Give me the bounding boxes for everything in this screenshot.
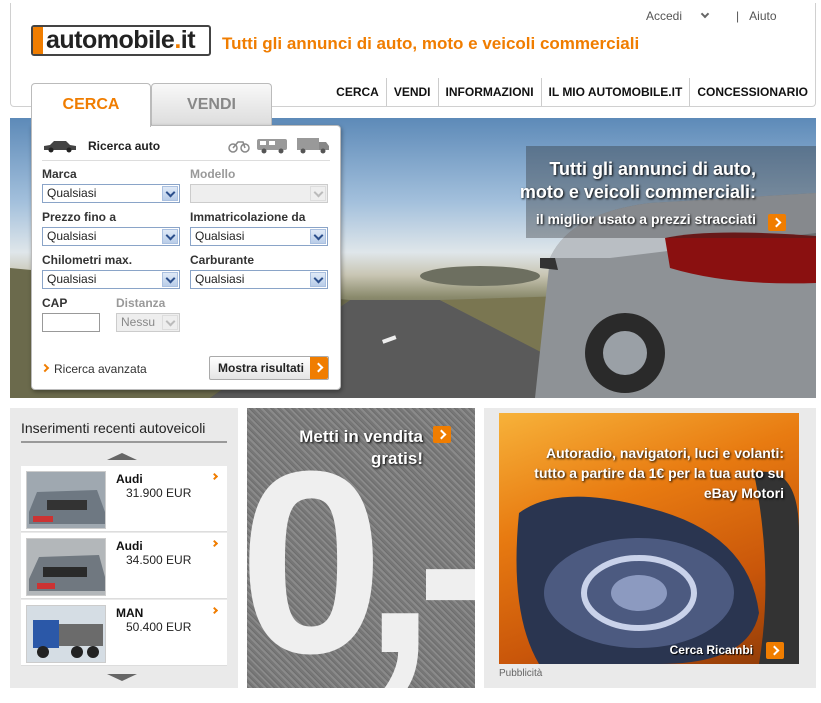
cap-label: CAP [42,296,68,310]
truck-thumbnail [26,605,106,663]
search-panel: Ricerca auto Marca Qualsiasi Modello Pre… [31,125,341,390]
distanza-select[interactable]: Nessu [116,313,180,332]
list-item[interactable]: Audi 31.900 EUR [21,466,227,532]
listing-name: MAN [116,606,144,620]
carburante-select[interactable]: Qualsiasi [190,270,328,289]
modello-select[interactable] [190,184,328,203]
nav-concessionario[interactable]: CONCESSIONARIO [689,78,815,106]
prezzo-select[interactable]: Qualsiasi [42,227,180,246]
account-bar: Accedi | Aiuto [646,9,777,23]
promo-zero-price: 0,- [247,418,475,688]
carburante-label: Carburante [190,253,255,267]
distanza-label: Distanza [116,296,166,310]
chevron-down-icon [162,272,178,287]
tab-cerca[interactable]: CERCA [31,83,151,127]
advanced-search-link[interactable]: Ricerca avanzata [42,362,147,376]
nav-informazioni[interactable]: INFORMAZIONI [437,78,541,106]
logo-text: automobile [46,26,175,54]
ad-cta-link[interactable]: Cerca Ricambi [670,643,753,657]
ad-label: Pubblicità [499,668,543,679]
ad-block: Autoradio, navigatori, luci e volanti: tu… [484,408,816,688]
immatricolazione-label: Immatricolazione da [190,210,306,224]
camper-icon[interactable] [256,136,290,154]
motorbike-icon[interactable] [228,137,250,153]
chevron-right-icon [210,539,219,548]
recent-title: Inserimenti recenti autoveicoli [21,420,206,436]
sell-promo-text: Metti in vendita gratis! [299,427,423,468]
hero-subline: il miglior usato a prezzi stracciati [535,211,756,227]
prezzo-label: Prezzo fino a [42,210,117,224]
logo-tld: it [180,26,196,54]
chilometri-label: Chilometri max. [42,253,133,267]
modello-label: Modello [190,167,236,181]
listing-price: 31.900 EUR [126,486,192,500]
recent-listings: Inserimenti recenti autoveicoli Audi 31.… [10,408,238,688]
chevron-down-icon [162,186,178,201]
scroll-up-icon[interactable] [107,453,137,460]
help-link[interactable]: Aiuto [749,9,776,23]
hero-arrow-icon[interactable] [768,214,786,231]
car-thumbnail [26,471,106,529]
nav-cerca[interactable]: CERCA [329,78,386,106]
marca-select[interactable]: Qualsiasi [42,184,180,203]
marca-label: Marca [42,167,77,181]
list-item[interactable]: Audi 34.500 EUR [21,533,227,599]
chevron-down-icon [310,186,326,201]
hero-headline: Tutti gli annunci di auto, moto e veicoli… [519,159,756,202]
arrow-right-icon [310,357,328,379]
chevron-down-icon[interactable] [700,9,710,19]
listing-price: 50.400 EUR [126,620,192,634]
listing-name: Audi [116,539,143,553]
nav-mio-account[interactable]: IL MIO AUTOMOBILE.IT [540,78,690,106]
chevron-right-icon [210,472,219,481]
car-icon [44,141,76,153]
list-item[interactable]: MAN 50.400 EUR [21,600,227,666]
chevron-down-icon [310,229,326,244]
listing-price: 34.500 EUR [126,553,192,567]
chevron-down-icon [162,229,178,244]
arrow-right-icon[interactable] [433,426,451,443]
scroll-down-icon[interactable] [107,674,137,681]
chevron-right-icon [210,606,219,615]
site-slogan: Tutti gli annunci di auto, moto e veicol… [222,34,640,53]
sell-promo-banner[interactable]: 0,- Metti in vendita gratis! [247,408,475,688]
show-results-button[interactable]: Mostra risultati [209,356,329,380]
arrow-right-icon[interactable] [766,642,784,659]
site-logo[interactable]: automobile.it [31,25,211,56]
title-underline [21,441,227,443]
car-thumbnail [26,538,106,596]
separator: | [736,9,740,23]
tab-vendi[interactable]: VENDI [151,83,272,125]
cap-input[interactable] [42,313,100,332]
chevron-down-icon [310,272,326,287]
listing-name: Audi [116,472,143,486]
truck-icon[interactable] [296,136,330,154]
chevron-down-icon [162,315,178,330]
panel-divider [42,160,330,161]
search-title: Ricerca auto [42,139,160,153]
ad-text: Autoradio, navigatori, luci e volanti: tu… [534,445,784,501]
ad-banner[interactable]: Autoradio, navigatori, luci e volanti: tu… [499,413,799,664]
main-nav: CERCA VENDI INFORMAZIONI IL MIO AUTOMOBI… [329,78,815,106]
nav-vendi[interactable]: VENDI [385,78,438,106]
chilometri-select[interactable]: Qualsiasi [42,270,180,289]
login-link[interactable]: Accedi [646,9,682,23]
logo-accent-bar [33,27,43,54]
immatricolazione-select[interactable]: Qualsiasi [190,227,328,246]
